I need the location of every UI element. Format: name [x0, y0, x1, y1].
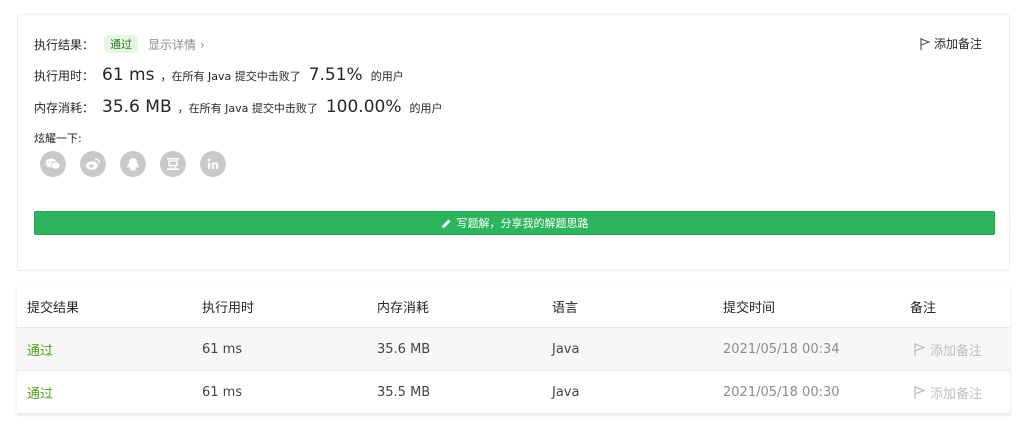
flag-icon — [914, 342, 925, 356]
runtime-percent: 7.51% — [308, 65, 363, 85]
pencil-icon — [441, 219, 450, 228]
flag-icon — [914, 385, 925, 399]
share-wechat-button[interactable] — [40, 151, 66, 177]
header-runtime: 执行用时 — [202, 301, 255, 316]
table-header: 提交结果 执行用时 内存消耗 语言 提交时间 备注 — [17, 286, 1010, 328]
runtime-label: 执行用时： — [34, 69, 95, 83]
runtime-row: 执行用时： 61 ms ，在所有 Java 提交中击败了 7.51% 的用户 — [34, 65, 404, 85]
wechat-icon — [45, 158, 61, 170]
share-linkedin-button[interactable] — [200, 151, 226, 177]
memory-percent: 100.00% — [325, 97, 402, 117]
row-time: 2021/05/18 00:34 — [723, 341, 840, 357]
result-label: 执行结果： — [34, 37, 95, 52]
qq-icon — [127, 157, 139, 170]
header-memory: 内存消耗 — [377, 301, 430, 316]
row-status-link[interactable]: 通过 — [27, 383, 53, 402]
status-badge: 通过 — [104, 35, 139, 53]
share-douban-button[interactable] — [160, 151, 186, 177]
memory-middle: ，在所有 Java 提交中击败了 — [177, 102, 318, 115]
header-time: 提交时间 — [723, 301, 776, 316]
result-row: 执行结果： 通过 显示详情 › — [34, 35, 205, 53]
row-status-link[interactable]: 通过 — [27, 340, 53, 359]
weibo-icon — [86, 158, 101, 170]
result-card: 执行结果： 通过 显示详情 › 添加备注 执行用时： 61 ms ，在所有 Ja… — [17, 14, 1010, 271]
share-weibo-button[interactable] — [80, 151, 106, 177]
share-buttons — [40, 151, 226, 177]
memory-suffix: 的用户 — [409, 102, 443, 115]
runtime-suffix: 的用户 — [370, 70, 404, 83]
show-details-link[interactable]: 显示详情 › — [148, 36, 205, 53]
add-note-label: 添加备注 — [933, 37, 982, 51]
row-memory: 35.6 MB — [377, 341, 431, 357]
memory-value: 35.6 MB — [102, 97, 172, 117]
row-add-note-button[interactable]: 添加备注 — [914, 383, 982, 402]
douban-icon — [167, 158, 179, 170]
row-runtime: 61 ms — [202, 341, 243, 357]
header-language: 语言 — [552, 301, 579, 316]
row-add-note-button[interactable]: 添加备注 — [914, 340, 982, 359]
row-language: Java — [552, 341, 580, 357]
row-time: 2021/05/18 00:30 — [723, 384, 840, 400]
share-label: 炫耀一下: — [34, 132, 82, 145]
row-language: Java — [552, 384, 580, 400]
row-memory: 35.5 MB — [377, 384, 431, 400]
add-note-button[interactable]: 添加备注 — [920, 35, 982, 52]
flag-icon — [920, 37, 930, 50]
share-qq-button[interactable] — [120, 151, 146, 177]
runtime-value: 61 ms — [102, 65, 155, 85]
table-row[interactable]: 通过 61 ms 35.6 MB Java 2021/05/18 00:34 添… — [17, 328, 1010, 371]
share-row-label: 炫耀一下: — [34, 130, 82, 146]
row-runtime: 61 ms — [202, 384, 243, 400]
submissions-table: 提交结果 执行用时 内存消耗 语言 提交时间 备注 通过 61 ms 35.6 … — [17, 286, 1010, 414]
memory-row: 内存消耗： 35.6 MB ，在所有 Java 提交中击败了 100.00% 的… — [34, 97, 442, 117]
row-note-label: 添加备注 — [930, 343, 983, 359]
row-note-label: 添加备注 — [930, 386, 983, 402]
header-note: 备注 — [910, 301, 937, 316]
table-row[interactable]: 通过 61 ms 35.5 MB Java 2021/05/18 00:30 添… — [17, 371, 1010, 414]
linkedin-icon — [207, 158, 219, 169]
memory-label: 内存消耗： — [34, 101, 95, 115]
runtime-middle: ，在所有 Java 提交中击败了 — [160, 70, 301, 83]
header-status: 提交结果 — [27, 301, 80, 316]
write-solution-label: 写题解，分享我的解题思路 — [456, 217, 589, 230]
write-solution-button[interactable]: 写题解，分享我的解题思路 — [34, 211, 995, 235]
